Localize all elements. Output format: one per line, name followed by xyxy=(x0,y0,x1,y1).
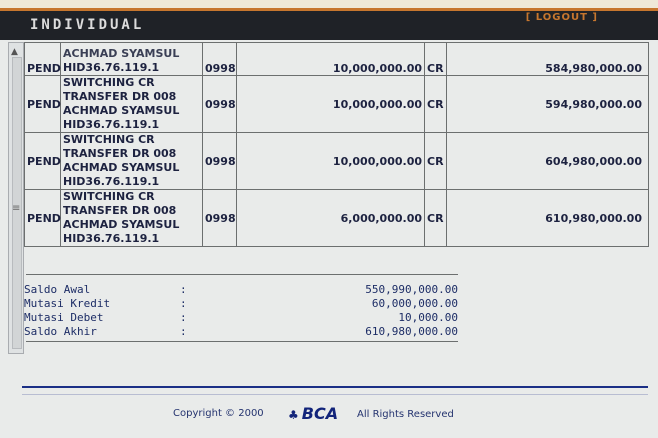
bca-logo-text: BCA xyxy=(301,404,339,423)
type-cell: CR xyxy=(424,42,447,76)
summary-divider xyxy=(26,274,458,275)
bca-logo: ♣ BCA xyxy=(288,404,338,423)
summary-label: Mutasi Debet xyxy=(24,311,104,324)
logout-link[interactable]: [ LOGOUT ] xyxy=(526,12,598,23)
amount-cell: 10,000,000.00 xyxy=(236,132,425,190)
amount-cell: 6,000,000.00 xyxy=(236,189,425,247)
status-cell: PEND xyxy=(24,42,61,76)
summary-value: 550,990,000.00 xyxy=(365,283,458,296)
description-cell: SWITCHING CR TRANSFER DR 008 ACHMAD SYAMSU… xyxy=(60,75,203,133)
description-line: ACHMAD SYAMSUL xyxy=(63,218,180,231)
description-line: HID36.76.119.1 xyxy=(63,232,160,245)
up-arrow-icon[interactable]: ▲ xyxy=(11,47,18,57)
summary-value: 60,000,000.00 xyxy=(371,297,458,310)
page-footer: Copyright © 2000 ♣ BCA All Rights Reserve… xyxy=(0,404,658,428)
branch-cell: 0998 xyxy=(202,132,237,190)
table-row: PEND ACHMAD SYAMSUL HID36.76.119.1 0998 10,0… xyxy=(24,42,649,76)
table-row: PEND SWITCHING CR TRANSFER DR 008 ACHMAD SY… xyxy=(24,75,649,133)
table-row: PEND SWITCHING CR TRANSFER DR 008 ACHMAD SY… xyxy=(24,189,649,247)
description-cell: ACHMAD SYAMSUL HID36.76.119.1 xyxy=(60,42,203,76)
amount-cell: 10,000,000.00 xyxy=(236,75,425,133)
description-line: TRANSFER DR 008 xyxy=(63,90,177,103)
status-cell: PEND xyxy=(24,189,61,247)
table-row: PEND SWITCHING CR TRANSFER DR 008 ACHMAD SY… xyxy=(24,132,649,190)
branch-cell: 0998 xyxy=(202,42,237,76)
summary-row: Saldo Akhir: 610,980,000.00 xyxy=(24,325,464,338)
summary-colon: : xyxy=(180,325,187,338)
summary-label: Mutasi Kredit xyxy=(24,297,111,310)
branch-cell: 0998 xyxy=(202,75,237,133)
description-line: SWITCHING CR xyxy=(63,76,155,89)
description-line: SWITCHING CR xyxy=(63,133,155,146)
type-cell: CR xyxy=(424,132,447,190)
summary-colon: : xyxy=(180,283,187,296)
balance-cell: 604,980,000.00 xyxy=(446,132,649,190)
bca-logo-icon: ♣ xyxy=(288,408,299,422)
description-line: ACHMAD SYAMSUL xyxy=(63,104,180,117)
summary-label: Saldo Akhir xyxy=(24,325,97,338)
page-title: INDIVIDUAL xyxy=(30,17,145,33)
description-line: SWITCHING CR xyxy=(63,190,155,203)
description-line: ACHMAD SYAMSUL xyxy=(63,161,180,174)
summary-row: Mutasi Kredit: 60,000,000.00 xyxy=(24,297,464,310)
footer-divider-secondary xyxy=(22,394,648,395)
description-line: HID36.76.119.1 xyxy=(63,118,160,131)
amount-cell: 10,000,000.00 xyxy=(236,42,425,76)
summary-label: Saldo Awal xyxy=(24,283,91,296)
app-header: INDIVIDUAL [ LOGOUT ] xyxy=(0,8,658,40)
description-line: HID36.76.119.1 xyxy=(63,175,160,188)
grip-icon: ≡ xyxy=(12,203,21,214)
description-cell: SWITCHING CR TRANSFER DR 008 ACHMAD SYAMSU… xyxy=(60,132,203,190)
description-line: TRANSFER DR 008 xyxy=(63,204,177,217)
balance-cell: 584,980,000.00 xyxy=(446,42,649,76)
branch-cell: 0998 xyxy=(202,189,237,247)
balance-cell: 594,980,000.00 xyxy=(446,75,649,133)
status-cell: PEND xyxy=(24,132,61,190)
summary-value: 610,980,000.00 xyxy=(365,325,458,338)
summary-value: 10,000.00 xyxy=(398,311,458,324)
summary-row: Saldo Awal: 550,990,000.00 xyxy=(24,283,464,296)
balance-cell: 610,980,000.00 xyxy=(446,189,649,247)
description-line: HID36.76.119.1 xyxy=(63,61,160,74)
summary-colon: : xyxy=(180,297,187,310)
summary-colon: : xyxy=(180,311,187,324)
copyright-text: Copyright © 2000 xyxy=(173,408,264,419)
footer-divider xyxy=(22,386,648,388)
description-line: ACHMAD SYAMSUL xyxy=(63,47,180,60)
description-cell: SWITCHING CR TRANSFER DR 008 ACHMAD SYAMSU… xyxy=(60,189,203,247)
top-strip xyxy=(0,0,658,8)
description-line: TRANSFER DR 008 xyxy=(63,147,177,160)
status-cell: PEND xyxy=(24,75,61,133)
summary-divider-bottom xyxy=(26,341,458,342)
transaction-table: PEND ACHMAD SYAMSUL HID36.76.119.1 0998 10,0… xyxy=(24,42,649,247)
rights-text: All Rights Reserved xyxy=(357,409,454,420)
type-cell: CR xyxy=(424,75,447,133)
type-cell: CR xyxy=(424,189,447,247)
summary-row: Mutasi Debet: 10,000.00 xyxy=(24,311,464,324)
vertical-scrollbar[interactable]: ▲ ≡ xyxy=(8,42,24,354)
